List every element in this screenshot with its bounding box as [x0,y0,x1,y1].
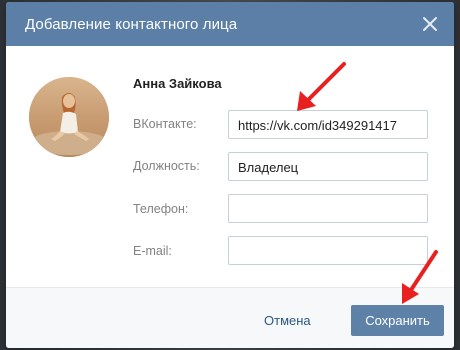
phone-field[interactable] [228,194,428,223]
contact-name: Анна Зайкова [133,76,222,91]
add-contact-dialog: Добавление контактного лица Анна Зайкова… [6,2,454,348]
vk-label: ВКонтакте: [133,117,197,131]
dialog-header: Добавление контактного лица [6,2,454,46]
email-field[interactable] [228,236,428,265]
dialog-title: Добавление контактного лица [25,16,238,33]
phone-label: Телефон: [133,202,189,216]
email-label: E-mail: [133,244,172,258]
dialog-footer: Отмена Сохранить [6,287,454,348]
position-field[interactable]: Владелец [228,152,428,181]
cancel-button[interactable]: Отмена [264,313,311,328]
save-button[interactable]: Сохранить [351,305,444,336]
close-icon[interactable] [420,14,440,34]
contact-avatar [29,77,109,157]
position-label: Должность: [133,159,200,173]
vk-link-field[interactable]: https://vk.com/id349291417 [228,110,428,139]
